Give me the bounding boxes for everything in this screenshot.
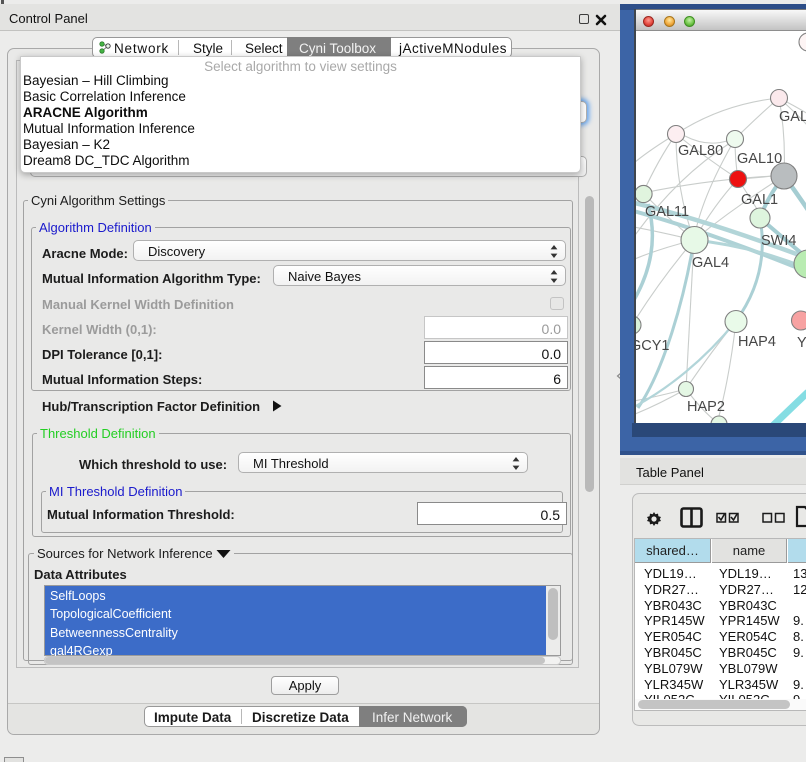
svg-text:GAL1: GAL1 bbox=[741, 192, 778, 208]
svg-text:GCY1: GCY1 bbox=[636, 338, 670, 354]
svg-text:HAP4: HAP4 bbox=[738, 334, 776, 350]
svg-text:SWI4: SWI4 bbox=[761, 233, 796, 249]
svg-text:GAL4: GAL4 bbox=[692, 255, 729, 271]
svg-text:Y: Y bbox=[797, 335, 806, 351]
svg-text:HAP2: HAP2 bbox=[687, 399, 725, 415]
svg-text:GAL10: GAL10 bbox=[737, 151, 782, 167]
svg-text:GAL: GAL bbox=[779, 109, 806, 125]
svg-text:GAL80: GAL80 bbox=[678, 143, 723, 159]
svg-text:GAL11: GAL11 bbox=[645, 204, 689, 220]
